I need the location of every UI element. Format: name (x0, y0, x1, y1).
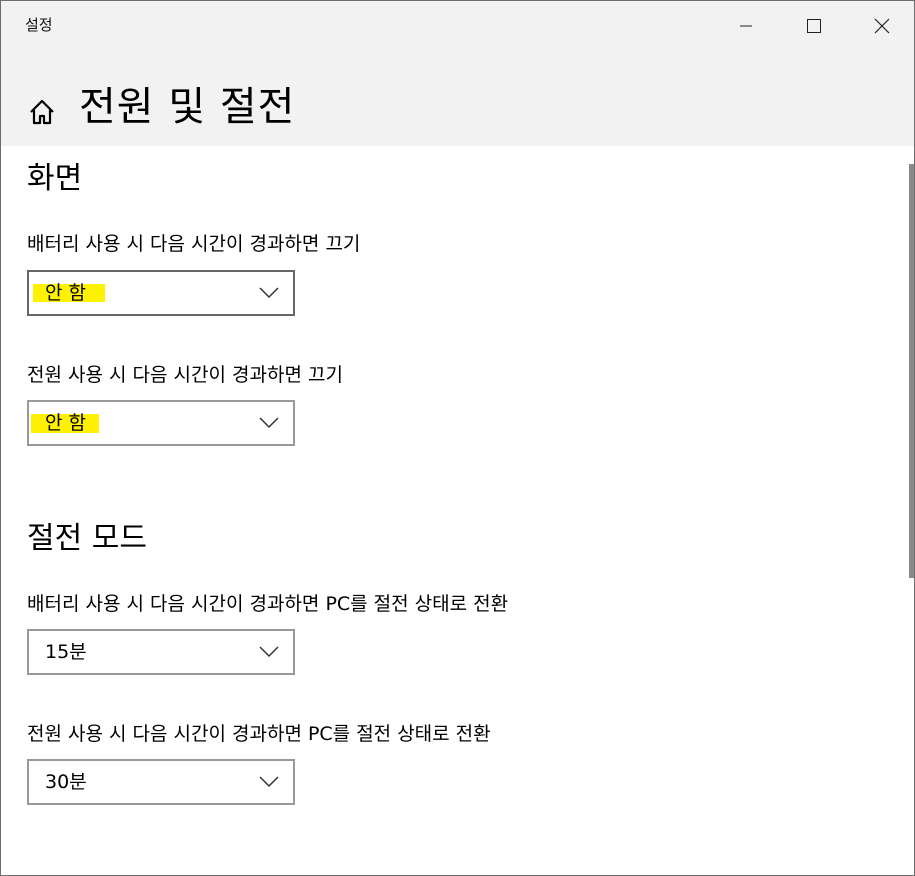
sleep-battery-value: 15분 (45, 641, 87, 663)
sleep-battery-dropdown[interactable]: 15분 (27, 629, 295, 675)
sleep-power-value: 30분 (45, 771, 87, 793)
home-icon[interactable] (27, 97, 57, 127)
screen-battery-value: 안 함 (45, 282, 86, 304)
page-title: 전원 및 절전 (79, 84, 296, 130)
sleep-power-label: 전원 사용 시 다음 시간이 경과하면 PC를 절전 상태로 전환 (27, 723, 491, 745)
minimize-icon (740, 25, 752, 27)
chevron-down-icon (259, 776, 279, 788)
title-bar[interactable]: 설정 (1, 1, 914, 51)
chevron-down-icon (259, 417, 279, 429)
sleep-section-title: 절전 모드 (27, 521, 147, 556)
sleep-battery-label: 배터리 사용 시 다음 시간이 경과하면 PC를 절전 상태로 전환 (27, 593, 509, 615)
settings-window: 설정 전원 및 절전 화면 배터리 사용 시 다음 시간이 경과하면 끄기 안 … (0, 0, 915, 876)
screen-power-value: 안 함 (45, 412, 86, 434)
screen-battery-dropdown[interactable]: 안 함 (27, 270, 295, 316)
settings-content: 화면 배터리 사용 시 다음 시간이 경과하면 끄기 안 함 전원 사용 시 다… (1, 146, 914, 875)
minimize-button[interactable] (712, 1, 780, 51)
screen-power-dropdown[interactable]: 안 함 (27, 400, 295, 446)
chevron-down-icon (259, 646, 279, 658)
screen-power-label: 전원 사용 시 다음 시간이 경과하면 끄기 (27, 364, 343, 386)
maximize-icon (807, 19, 821, 33)
sleep-power-dropdown[interactable]: 30분 (27, 759, 295, 805)
screen-section-title: 화면 (27, 161, 83, 196)
scrollbar[interactable] (909, 164, 914, 578)
close-button[interactable] (848, 1, 914, 51)
maximize-button[interactable] (780, 1, 848, 51)
page-header: 전원 및 절전 (1, 51, 914, 146)
chevron-down-icon (259, 287, 279, 299)
close-icon (874, 18, 890, 34)
window-title: 설정 (25, 16, 53, 34)
screen-battery-label: 배터리 사용 시 다음 시간이 경과하면 끄기 (27, 233, 361, 255)
